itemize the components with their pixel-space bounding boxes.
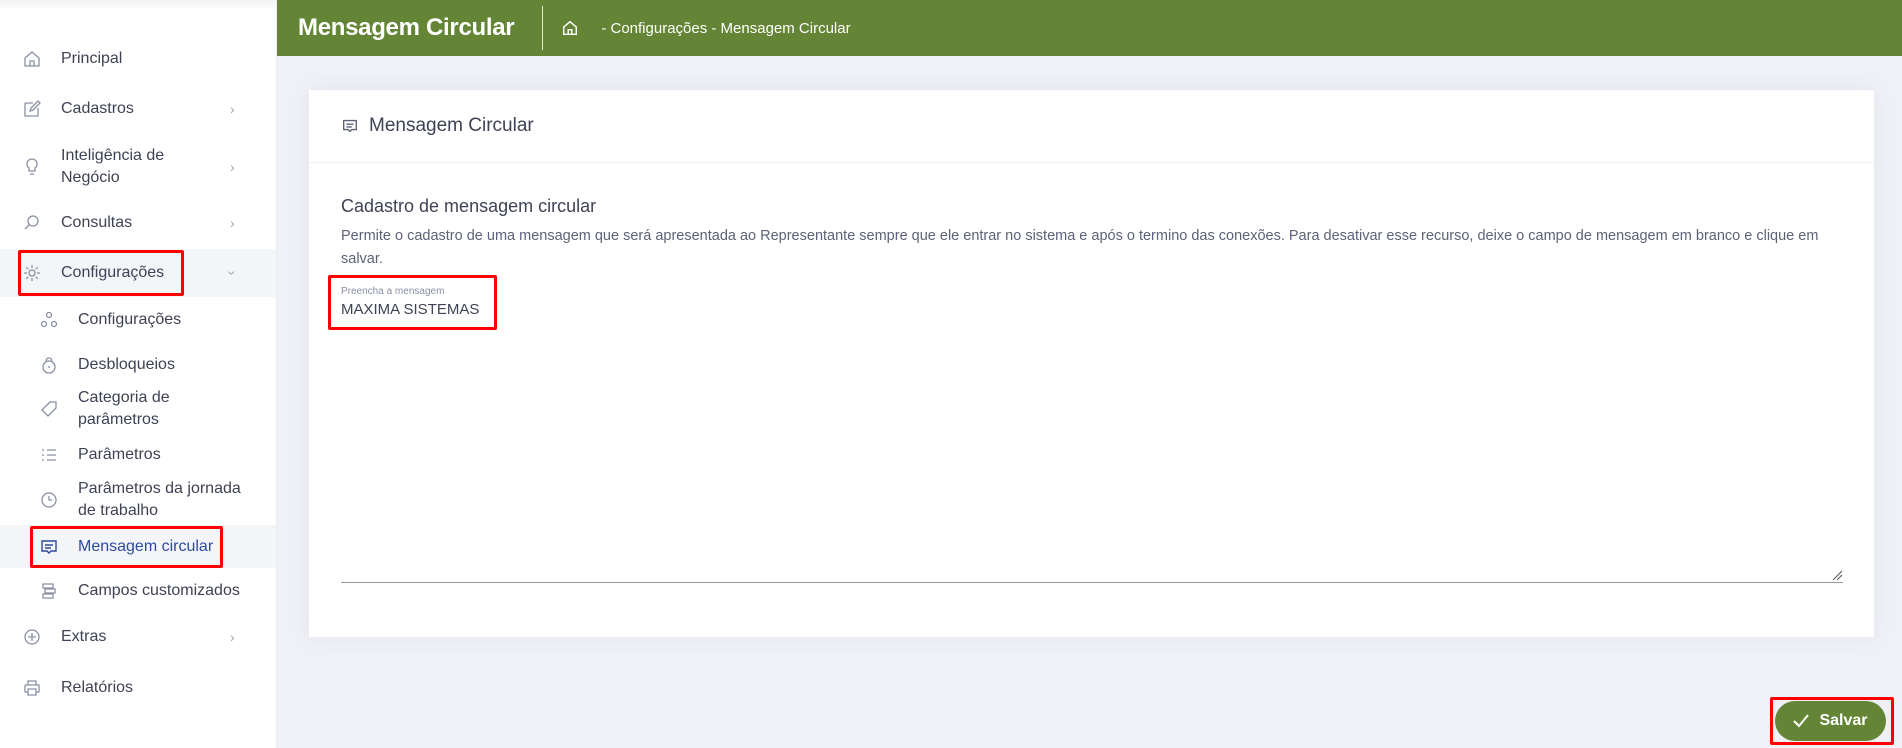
sidebar-subitem-parametros[interactable]: Parâmetros (0, 444, 276, 466)
message-icon (41, 539, 57, 554)
page-header: Mensagem Circular - Configurações - Mens… (277, 0, 1902, 56)
sidebar-subitem-configuracoes[interactable]: Configurações (0, 309, 276, 331)
sidebar-item-principal[interactable]: Principal (0, 48, 276, 70)
card-title: Mensagem Circular (369, 115, 534, 136)
sidebar-subitem-campos[interactable]: Campos customizados (0, 580, 276, 602)
sidebar-item-extras[interactable]: Extras › (0, 626, 276, 648)
sidebar-item-relatorios[interactable]: Relatórios (0, 677, 276, 699)
nodes-icon (40, 311, 58, 328)
sidebar-subitem-mensagem-circular[interactable]: Mensagem circular (0, 525, 276, 568)
sidebar-item-cadastros[interactable]: Cadastros › (0, 98, 276, 120)
message-icon (343, 119, 357, 133)
message-card: Mensagem Circular Cadastro de mensagem c… (309, 90, 1874, 637)
lightbulb-icon (26, 158, 38, 175)
fields-icon (42, 583, 56, 599)
sidebar-subitem-categoria[interactable]: Categoria de parâmetros (0, 387, 276, 431)
sidebar-subitem-desbloqueios[interactable]: Desbloqueios (0, 354, 276, 376)
page-title: Mensagem Circular (298, 14, 515, 41)
sidebar-item-configuracoes[interactable]: Configurações › (0, 249, 276, 297)
sidebar: Principal Cadastros › Inteligência de Ne… (0, 0, 277, 748)
sidebar-subitem-jornada[interactable]: Parâmetros da jornada de trabalho (0, 478, 276, 522)
section-title: Cadastro de mensagem circular (341, 196, 597, 216)
sidebar-item-consultas[interactable]: Consultas › (0, 212, 276, 234)
resize-handle-icon[interactable] (1831, 569, 1843, 581)
message-field-label: Preencha a mensagem (341, 286, 445, 297)
chevron-right-icon: › (230, 159, 235, 175)
printer-icon (24, 680, 40, 696)
chevron-right-icon: › (230, 215, 235, 231)
section-description: Permite o cadastro de uma mensagem que s… (341, 228, 1819, 267)
chevron-down-icon: › (224, 270, 241, 276)
divider (542, 6, 544, 50)
card-header: Mensagem Circular (309, 90, 1874, 163)
unlock-icon (42, 357, 56, 374)
chevron-right-icon: › (230, 629, 235, 645)
save-button[interactable]: Salvar (1775, 701, 1886, 741)
list-icon (42, 449, 56, 461)
textarea-underline (341, 582, 1843, 583)
plus-circle-icon (24, 629, 40, 645)
chevron-right-icon: › (230, 101, 235, 117)
gear-icon (24, 265, 40, 281)
breadcrumb: - Configurações - Mensagem Circular (601, 19, 851, 37)
message-textarea[interactable]: MAXIMA SISTEMAS (341, 301, 479, 318)
check-icon (1793, 714, 1810, 728)
home-icon[interactable] (561, 19, 579, 37)
search-icon (24, 215, 39, 230)
sidebar-item-inteligencia[interactable]: Inteligência de Negócio › (0, 145, 276, 189)
home-icon (24, 51, 40, 67)
tag-icon (41, 401, 57, 417)
edit-icon (24, 100, 41, 117)
clock-icon (41, 492, 57, 508)
